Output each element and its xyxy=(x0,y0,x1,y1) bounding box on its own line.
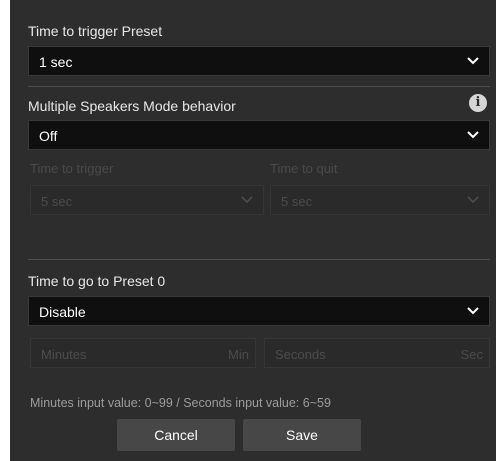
chevron-down-icon xyxy=(466,128,480,142)
minutes-unit: Min xyxy=(228,347,249,362)
minutes-placeholder: Minutes xyxy=(41,347,87,362)
preset-trigger-select[interactable]: 1 sec xyxy=(28,46,490,76)
seconds-placeholder: Seconds xyxy=(275,347,326,362)
chevron-down-icon xyxy=(240,193,254,207)
seconds-input[interactable]: Seconds Sec xyxy=(264,338,490,368)
chevron-down-icon xyxy=(466,193,480,207)
preset-trigger-label: Time to trigger Preset xyxy=(28,23,163,39)
save-button[interactable]: Save xyxy=(243,419,361,451)
quit-time-label: Time to quit xyxy=(270,161,338,176)
multi-speaker-label: Multiple Speakers Mode behavior xyxy=(28,98,236,114)
quit-time-select[interactable]: 5 sec xyxy=(270,185,490,215)
preset-trigger-value: 1 sec xyxy=(39,54,73,70)
divider xyxy=(28,259,490,260)
cancel-button[interactable]: Cancel xyxy=(117,419,235,451)
quit-time-value: 5 sec xyxy=(281,194,313,209)
preset0-value: Disable xyxy=(39,304,86,320)
trigger-time-value: 5 sec xyxy=(41,194,73,209)
multi-speaker-select[interactable]: Off xyxy=(28,120,490,150)
trigger-time-label: Time to trigger xyxy=(30,161,114,176)
minutes-input[interactable]: Minutes Min xyxy=(30,338,256,368)
divider xyxy=(28,86,490,87)
seconds-unit: Sec xyxy=(460,347,483,362)
preset0-select[interactable]: Disable xyxy=(28,296,490,326)
trigger-time-select[interactable]: 5 sec xyxy=(30,185,264,215)
settings-panel: Time to trigger Preset 1 sec Multiple Sp… xyxy=(10,0,496,461)
chevron-down-icon xyxy=(466,304,480,318)
preset0-label: Time to go to Preset 0 xyxy=(28,273,166,289)
info-icon[interactable]: i xyxy=(469,94,487,112)
chevron-down-icon xyxy=(466,54,480,68)
input-range-hint: Minutes input value: 0~99 / Seconds inpu… xyxy=(30,396,331,410)
multi-speaker-value: Off xyxy=(39,128,58,144)
